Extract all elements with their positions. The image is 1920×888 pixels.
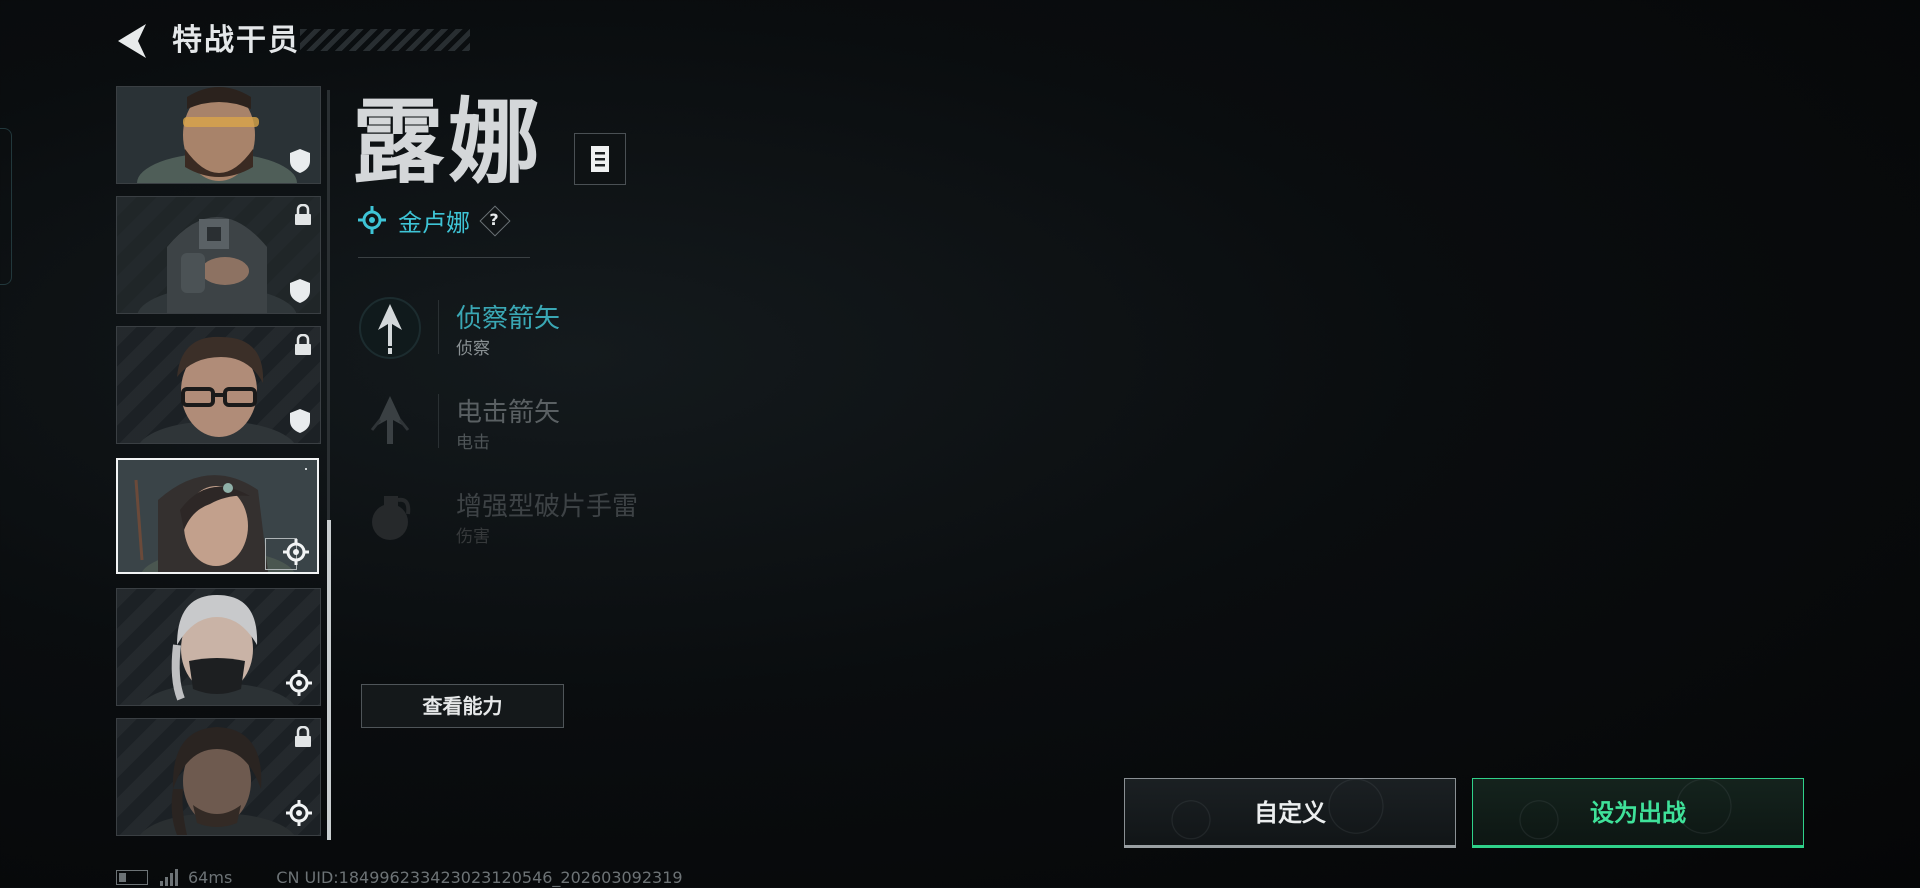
title-decoration (300, 29, 470, 51)
ability-type: 伤害 (456, 527, 490, 547)
operator-card-luna[interactable] (116, 458, 319, 574)
scrollbar-thumb[interactable] (327, 520, 331, 840)
battery-icon (116, 869, 148, 885)
view-ability-button[interactable]: 查看能力 (361, 684, 564, 728)
document-icon (591, 146, 609, 172)
divider (358, 257, 530, 258)
operator-card-braided[interactable] (116, 588, 321, 706)
operator-list (116, 86, 322, 838)
signal-icon (160, 868, 178, 886)
uid-text: CN UID:184996233423023120546_20260309231… (276, 867, 683, 887)
page-title: 特战干员 (172, 23, 300, 58)
deploy-label: 设为出战 (1590, 799, 1686, 827)
operator-card-bearded[interactable] (116, 86, 321, 184)
operator-profile-button[interactable] (574, 133, 626, 185)
faction-label: 金卢娜 (398, 208, 470, 237)
crosshair-icon (286, 670, 312, 696)
faction-help-button[interactable]: ? (479, 205, 511, 237)
status-bar: 64ms CN UID:184996233423023120546_202603… (116, 866, 683, 888)
back-arrow-icon (118, 24, 146, 58)
faction-crosshair-icon (358, 206, 386, 234)
operator-faction: 金卢娜 ? (358, 202, 511, 238)
operator-card-long-hair[interactable] (116, 718, 321, 836)
lock-icon (295, 204, 311, 225)
arrow-ability-icon (359, 297, 421, 359)
grenade-icon (372, 496, 411, 540)
customize-button[interactable]: 自定义 (1124, 778, 1456, 848)
crosshair-icon (286, 800, 312, 826)
crosshair-icon (283, 539, 309, 565)
ability-name: 电击箭矢 (456, 398, 561, 428)
operator-card-masked[interactable] (116, 196, 321, 314)
shield-icon (290, 409, 310, 433)
question-icon: ? (489, 210, 499, 229)
ability-name: 侦察箭矢 (456, 304, 561, 334)
ping-text: 64ms (188, 867, 233, 887)
set-deploy-button[interactable]: 设为出战 (1472, 778, 1804, 848)
side-drawer-tab[interactable] (0, 128, 12, 285)
ability-type: 电击 (456, 433, 490, 453)
ability-shock-arrow[interactable]: 电击箭矢 电击 (358, 390, 658, 470)
operator-card-glasses[interactable] (116, 326, 321, 444)
ability-type: 侦察 (456, 339, 490, 359)
ability-frag-grenade[interactable]: 增强型破片手雷 伤害 (358, 484, 658, 564)
shock-arrow-icon (370, 396, 410, 444)
lock-icon (295, 334, 311, 355)
back-button[interactable] (112, 18, 152, 64)
ability-recon-arrow[interactable]: 侦察箭矢 侦察 (358, 296, 658, 376)
lock-icon (295, 726, 311, 747)
shield-icon (290, 149, 310, 173)
customize-label: 自定义 (1254, 799, 1326, 827)
shield-icon (290, 279, 310, 303)
ability-name: 增强型破片手雷 (456, 492, 639, 522)
operator-name: 露娜 (352, 89, 545, 196)
